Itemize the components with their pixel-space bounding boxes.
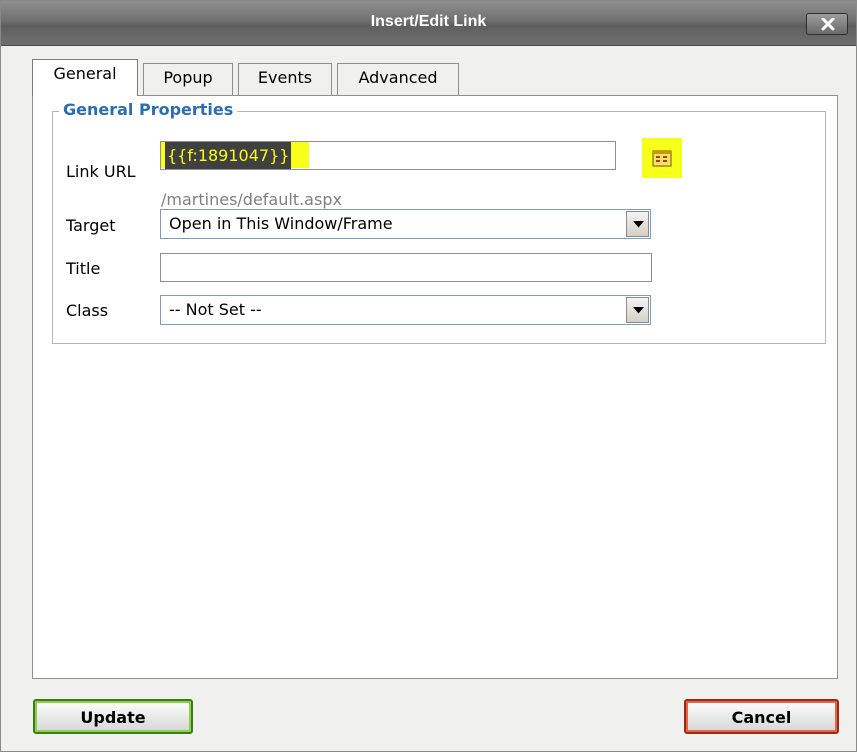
browse-icon (652, 150, 672, 167)
title-label: Title (66, 259, 101, 278)
close-button[interactable] (806, 13, 848, 35)
tab-advanced[interactable]: Advanced (337, 63, 459, 95)
title-input[interactable] (160, 253, 652, 282)
general-properties-group: General Properties Link URL {{f:1891047}… (52, 100, 826, 344)
tab-events-label: Events (257, 68, 313, 87)
insert-edit-link-dialog: Insert/Edit Link General Popup Events Ad… (0, 0, 857, 752)
class-selected: -- Not Set -- (169, 300, 262, 319)
class-label: Class (66, 301, 109, 320)
tab-panel-general: General Properties Link URL {{f:1891047}… (32, 95, 838, 679)
chevron-down-icon (633, 221, 644, 228)
update-button[interactable]: Update (33, 699, 193, 734)
target-select[interactable]: Open in This Window/Frame (160, 209, 651, 239)
tab-general[interactable]: General (32, 59, 138, 96)
link-url-input[interactable]: {{f:1891047}} (160, 141, 616, 170)
browse-button[interactable] (642, 138, 682, 178)
target-dropdown-button[interactable] (626, 211, 649, 237)
link-url-value: {{f:1891047}} (165, 142, 292, 169)
title-bar[interactable]: Insert/Edit Link (1, 1, 856, 46)
dialog-title: Insert/Edit Link (370, 13, 487, 30)
link-url-label: Link URL (66, 162, 136, 181)
close-icon (821, 18, 835, 31)
tab-events[interactable]: Events (238, 63, 332, 95)
cancel-button[interactable]: Cancel (684, 699, 839, 734)
class-select[interactable]: -- Not Set -- (160, 295, 651, 325)
target-label: Target (66, 216, 116, 235)
tab-popup-label: Popup (163, 68, 213, 87)
general-properties-legend: General Properties (59, 100, 238, 119)
tab-advanced-label: Advanced (358, 68, 438, 87)
chevron-down-icon (633, 307, 644, 314)
tab-popup[interactable]: Popup (143, 63, 233, 95)
target-selected: Open in This Window/Frame (169, 214, 393, 233)
tab-general-label: General (53, 64, 117, 83)
class-dropdown-button[interactable] (626, 297, 649, 323)
link-url-hint: /martines/default.aspx (161, 190, 342, 209)
